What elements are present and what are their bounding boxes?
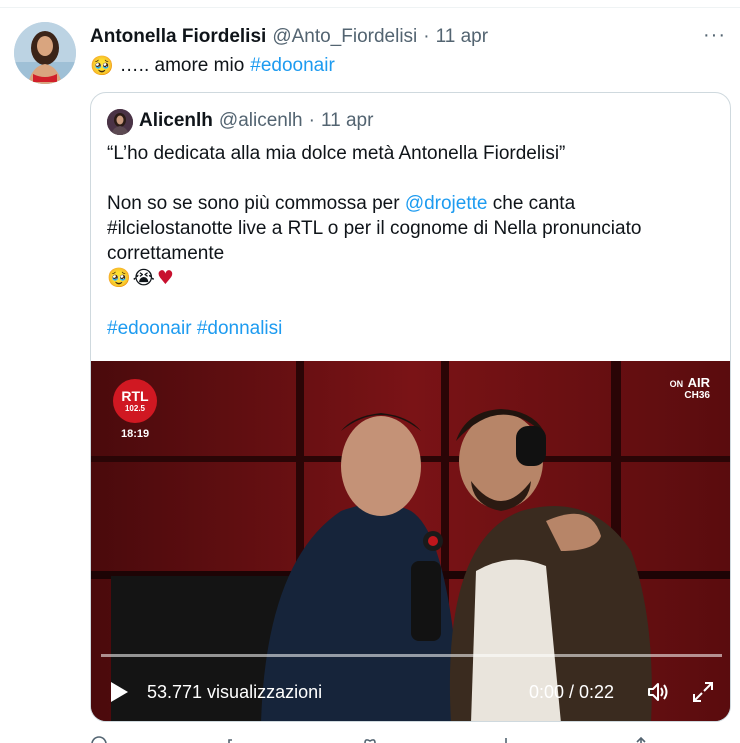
mention-drojette[interactable]: @drojette [405,193,488,214]
quoted-avatar-image [107,109,133,135]
quoted-separator-dot: · [308,110,315,131]
quoted-author-handle[interactable]: @alicenlh [219,110,303,132]
video-timecode: 0:00 / 0:22 [529,682,615,702]
quoted-tweet-header: Alicenlh @alicenlh · 11 apr [139,110,373,132]
quoted-line: #ilcielostanotte live a RTL o per il cog… [107,218,642,239]
quoted-timestamp[interactable]: 11 apr [321,110,373,132]
play-icon[interactable] [109,681,129,703]
hashtag-donnalisi[interactable]: #donnalisi [197,318,283,339]
retweet-icon[interactable] [226,732,244,743]
author-name[interactable]: Antonella Fiordelisi [90,26,266,48]
volume-icon[interactable] [646,680,670,704]
broadcast-clock: 18:19 [121,428,150,440]
quoted-text-suffix: che canta [487,193,576,214]
quoted-text-prefix: Non so se sono più commossa per [107,193,405,214]
hashtag-link[interactable]: #edoonair [250,55,335,77]
tweet-action-bar [90,732,650,743]
on-air-air: AIR [687,375,710,390]
rtl-logo: RTL 102.5 [113,379,157,423]
quoted-line: correttamente [107,243,225,264]
views-icon[interactable] [497,732,515,743]
share-icon[interactable] [632,732,650,743]
on-air-channel: CH36 [684,390,710,401]
quoted-line: “L’ho dedicata alla mia dolce metà Anton… [107,143,566,164]
quoted-line: Non so se sono più commossa per @drojett… [107,191,717,216]
author-avatar-image [14,22,76,84]
more-options-icon[interactable]: ··· [703,24,726,47]
top-divider [0,0,740,8]
heart-icon: ♥ [156,267,174,289]
on-air-badge: ON AIR CH36 [669,375,710,401]
quoted-blank-line [107,291,717,316]
like-icon[interactable] [361,732,379,743]
quoted-tweet-text: “L’ho dedicata alla mia dolce metà Anton… [107,141,717,341]
video-controls: 53.771 visualizzazioni 0:00 / 0:22 [91,661,730,721]
quoted-blank-line [107,166,717,191]
quoted-emoji-row: 🥹 😭 ♥ [107,266,717,291]
rtl-logo-frequency: 102.5 [124,404,146,413]
emoji-pleading: 🥹 [90,55,114,77]
video-progress-bar[interactable] [101,654,722,657]
quoted-author-avatar[interactable] [107,109,133,135]
hashtag-edoonair[interactable]: #edoonair [107,318,192,339]
tweet-text-body: ….. amore mio [119,54,245,76]
tweet-text: 🥹 ….. amore mio #edoonair [90,54,335,78]
rtl-logo-text: RTL [121,388,149,404]
author-avatar[interactable] [14,22,76,84]
author-handle[interactable]: @Anto_Fiordelisi [272,26,417,48]
quoted-tweet-card[interactable]: Alicenlh @alicenlh · 11 apr “L’ho dedica… [90,92,731,722]
quoted-author-name[interactable]: Alicenlh [139,110,213,132]
fullscreen-icon[interactable] [691,680,715,704]
tweet-timestamp[interactable]: 11 apr [436,26,488,48]
video-player[interactable]: RTL 102.5 18:19 ON AIR CH36 53.771 visua… [91,361,730,721]
on-air-on: ON [669,379,684,389]
reply-icon[interactable] [90,732,108,743]
separator-dot: · [423,26,430,47]
tweet-header: Antonella Fiordelisi @Anto_Fiordelisi · … [90,26,488,48]
emoji-crying: 😭 [132,267,155,289]
quoted-hashtags: #edoonair #donnalisi [107,316,717,341]
view-count: 53.771 visualizzazioni [147,682,323,702]
emoji-pleading: 🥹 [107,267,131,289]
